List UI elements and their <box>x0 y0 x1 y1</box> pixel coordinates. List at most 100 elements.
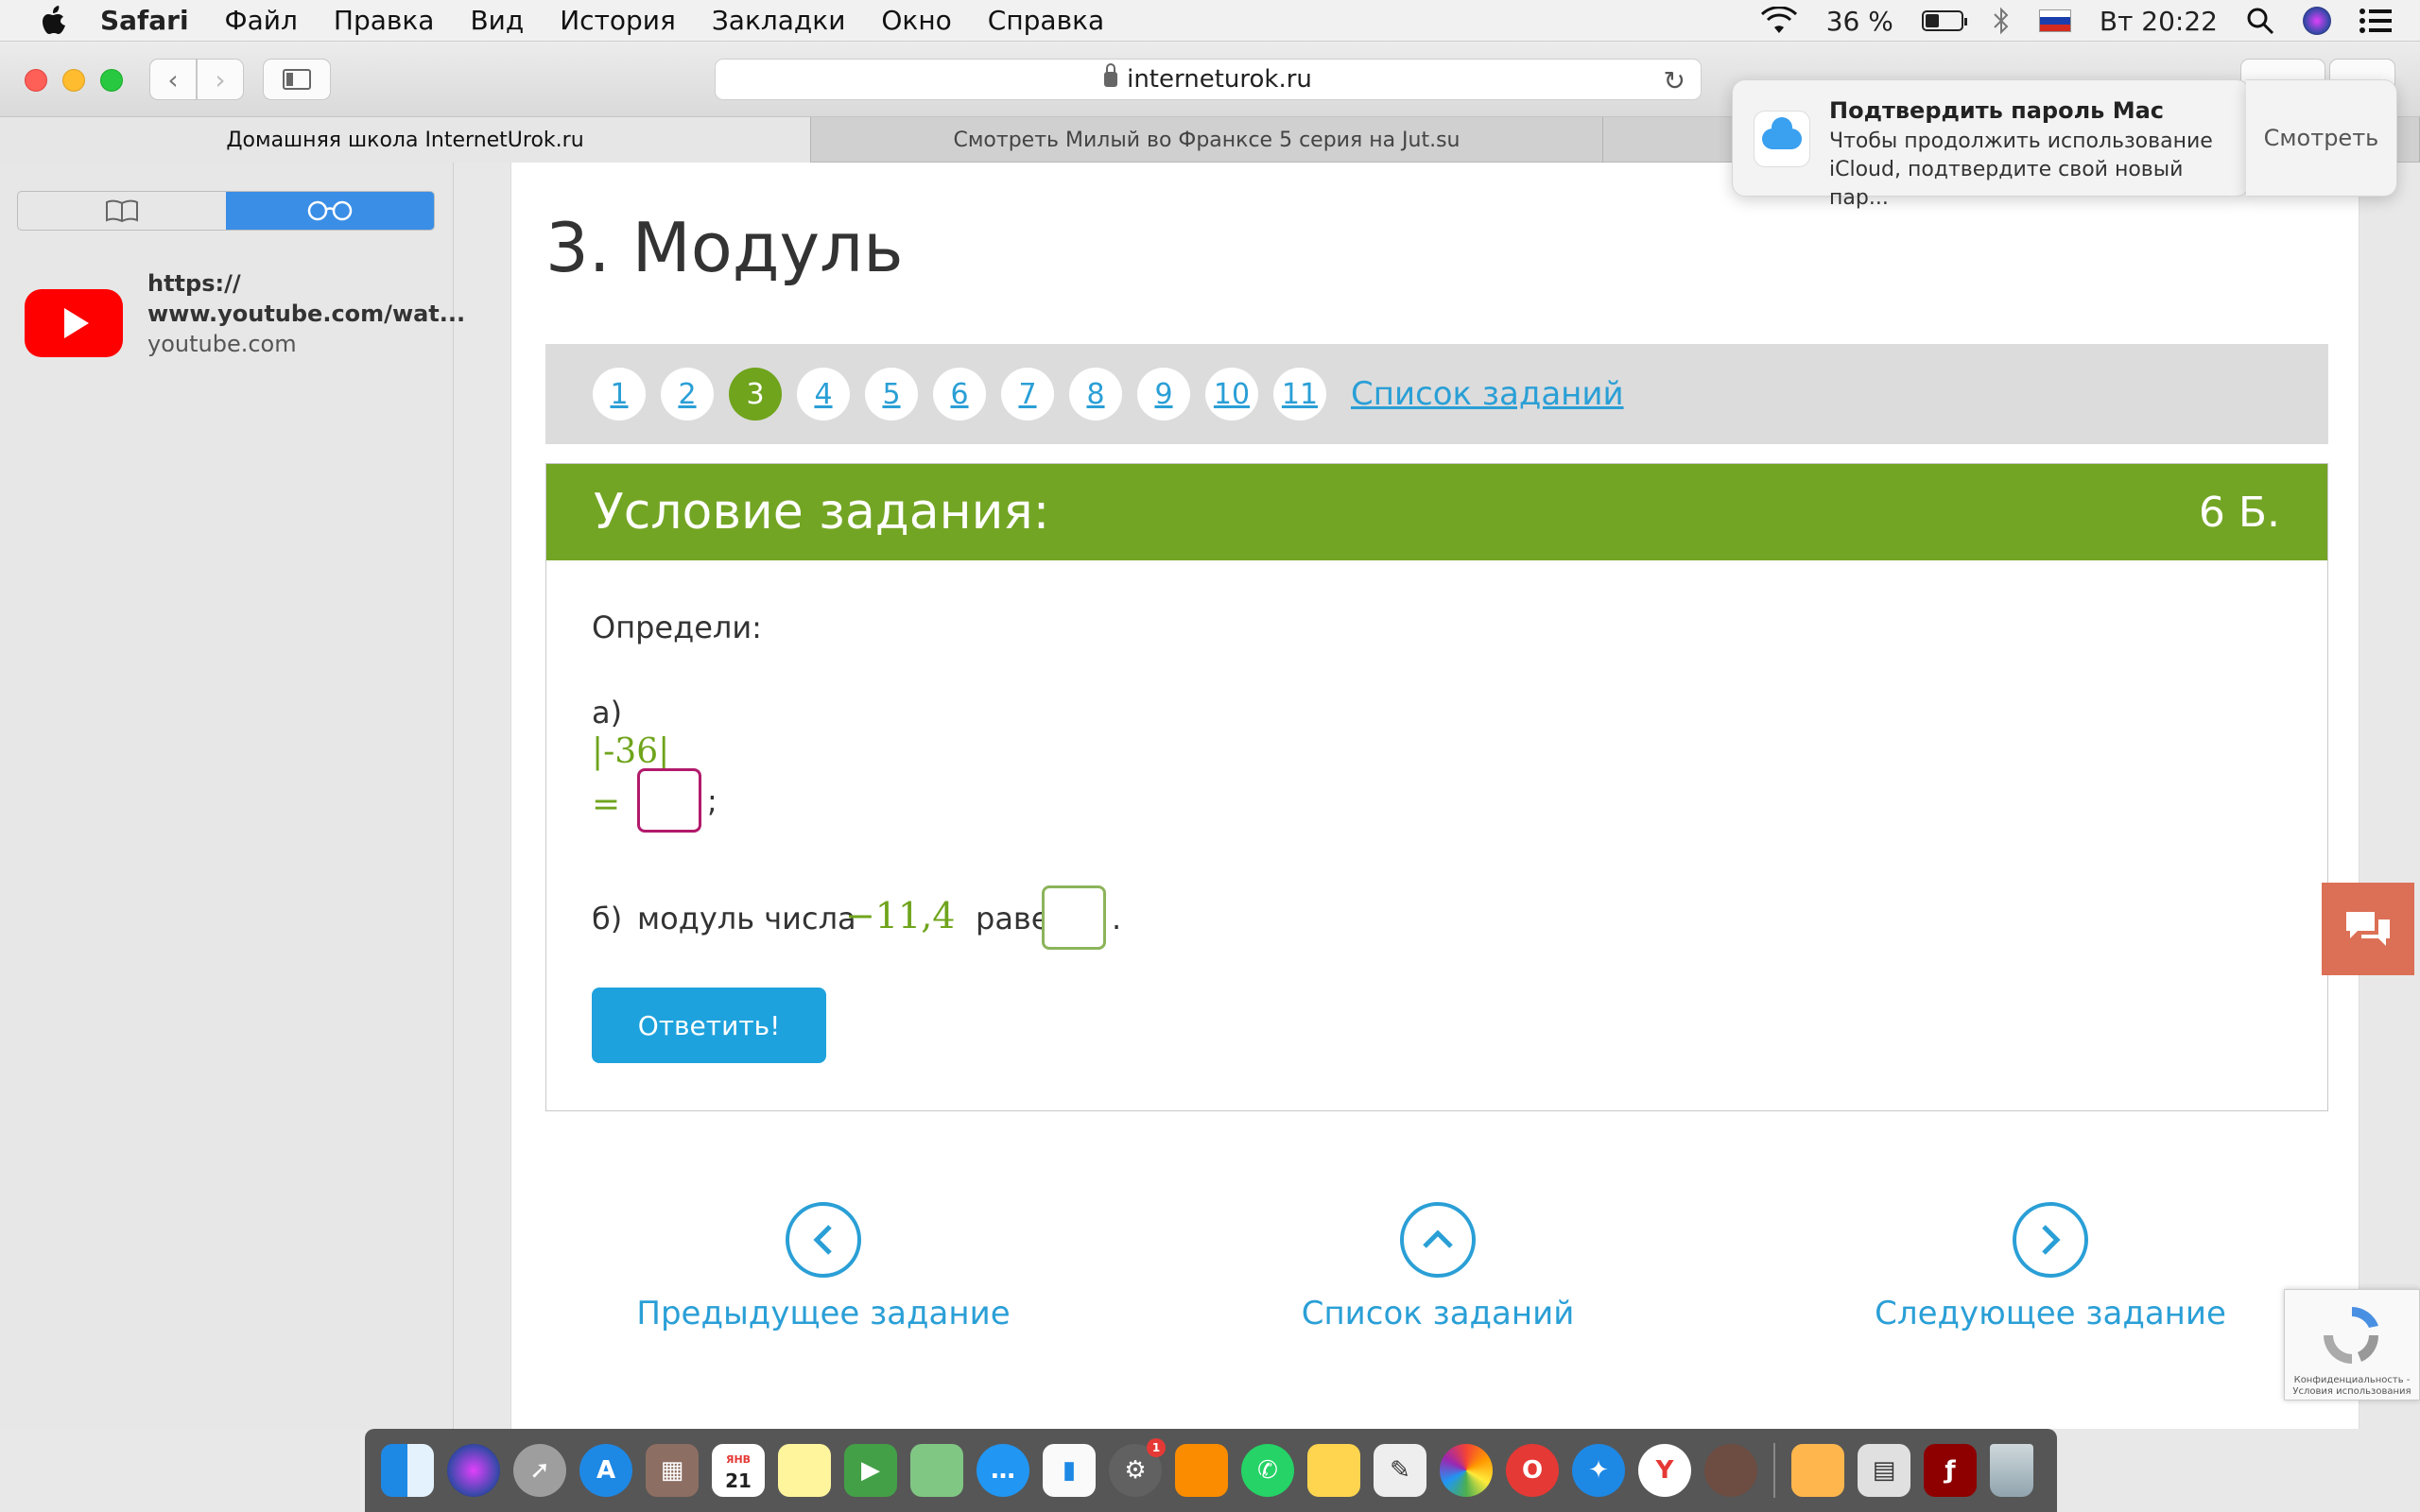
bluetooth-icon[interactable] <box>1992 7 2011 35</box>
youtube-logo-icon[interactable] <box>25 289 123 357</box>
apple-icon[interactable] <box>36 2 74 40</box>
chat-widget-button[interactable] <box>2322 883 2414 975</box>
menu-edit[interactable]: Правка <box>334 5 435 36</box>
spotlight-search-icon[interactable] <box>2246 7 2274 35</box>
chat-bubbles-icon <box>2346 912 2390 946</box>
task-pagination: 1 2 3 4 5 6 7 8 9 10 11 Список заданий <box>545 344 2328 444</box>
task-list-link[interactable]: Список заданий <box>1351 375 1624 413</box>
back-button[interactable]: ‹ <box>149 59 197 100</box>
next-task-link[interactable]: Следующее задание <box>1861 1202 2239 1332</box>
task-number-link[interactable]: 11 <box>1273 368 1326 421</box>
document-icon[interactable]: ▤ <box>1858 1444 1910 1497</box>
finder-icon[interactable] <box>381 1444 434 1497</box>
recaptcha-icon <box>2324 1307 2379 1364</box>
part-b-answer-input[interactable] <box>1042 885 1106 950</box>
battery-percent: 36 % <box>1825 5 1893 37</box>
reading-list-item-url[interactable]: https:// www.youtube.com/wat... <box>147 268 465 329</box>
notification-title: Подтвердить пароль Mac <box>1829 97 2165 124</box>
tab-jutsu[interactable]: Смотреть Милый во Франксе 5 серия на Jut… <box>811 117 1603 163</box>
task-number-link[interactable]: 5 <box>865 368 918 421</box>
whatsapp-icon[interactable]: ✆ <box>1241 1444 1294 1497</box>
wifi-icon[interactable] <box>1760 7 1798 35</box>
recaptcha-badge[interactable]: Конфиденциальность - Условия использован… <box>2284 1289 2420 1400</box>
safari-icon[interactable]: ✦ <box>1572 1444 1625 1497</box>
maps-icon[interactable] <box>910 1444 963 1497</box>
address-bar[interactable]: interneturok.ru ↻ <box>715 59 1702 100</box>
tab-interneturok[interactable]: Домашняя школа InternetUrok.ru <box>0 117 811 163</box>
previous-task-link[interactable]: Предыдущее задание <box>634 1202 1012 1332</box>
notification-center-icon[interactable] <box>2360 8 2392 34</box>
notification-view-button[interactable]: Смотреть <box>2246 79 2397 197</box>
part-b-number: −11,4 <box>845 895 956 936</box>
facetime-icon[interactable]: ▶ <box>844 1444 897 1497</box>
icloud-notification[interactable]: Подтвердить пароль Mac Чтобы продолжить … <box>1732 79 2250 210</box>
part-a-answer-input[interactable] <box>637 768 701 833</box>
task-number-current[interactable]: 3 <box>729 368 782 421</box>
menu-history[interactable]: История <box>560 5 676 36</box>
siri-dock-icon[interactable] <box>447 1444 500 1497</box>
books-icon[interactable] <box>1175 1444 1228 1497</box>
app-menu-safari[interactable]: Safari <box>100 5 189 36</box>
opera-icon[interactable]: O <box>1506 1444 1559 1497</box>
forward-button[interactable]: › <box>197 59 244 100</box>
chevron-right-icon: › <box>215 63 226 95</box>
semicolon: ; <box>707 783 717 819</box>
photos-icon[interactable] <box>1440 1444 1493 1497</box>
messages-icon[interactable]: … <box>977 1444 1029 1497</box>
menu-help[interactable]: Справка <box>988 5 1104 36</box>
menu-view[interactable]: Вид <box>470 5 524 36</box>
yandex-browser-icon[interactable]: Y <box>1638 1444 1691 1497</box>
launchpad-icon[interactable]: ➚ <box>513 1444 566 1497</box>
tab-label: Смотреть Милый во Франксе 5 серия на Jut… <box>953 128 1461 152</box>
task-number-link[interactable]: 6 <box>933 368 986 421</box>
chevron-up-circle-icon <box>1400 1202 1476 1278</box>
menu-bookmarks[interactable]: Закладки <box>712 5 846 36</box>
menubar-clock[interactable]: Вт 20:22 <box>2100 6 2218 37</box>
sidebar-toggle-button[interactable] <box>263 59 331 100</box>
menu-window[interactable]: Окно <box>881 5 951 36</box>
flash-player-icon[interactable]: ƒ <box>1924 1444 1977 1497</box>
bookmarks-tab-button[interactable] <box>18 192 226 230</box>
task-number-link[interactable]: 1 <box>593 368 646 421</box>
numbers-icon[interactable]: ▮ <box>1043 1444 1096 1497</box>
script-editor-icon[interactable]: ✎ <box>1374 1444 1426 1497</box>
reading-list-tab-button[interactable] <box>226 192 434 230</box>
recaptcha-footer[interactable]: Конфиденциальность - Условия использован… <box>2285 1375 2419 1398</box>
trash-icon[interactable] <box>1990 1444 2033 1497</box>
sidebar-segmented-control <box>17 191 435 231</box>
close-window-button[interactable] <box>25 69 47 92</box>
system-preferences-icon[interactable]: ⚙ 1 <box>1109 1438 1166 1497</box>
zoom-window-button[interactable] <box>100 69 123 92</box>
calendar-icon[interactable]: ЯНВ 21 <box>712 1444 765 1497</box>
part-b-text: модуль числа <box>637 901 856 936</box>
task-number-link[interactable]: 8 <box>1069 368 1122 421</box>
task-number-link[interactable]: 2 <box>661 368 714 421</box>
task-points: 6 Б. <box>2198 488 2280 537</box>
task-header-title: Условие задания: <box>594 484 1050 541</box>
archive-utility-icon[interactable] <box>1791 1444 1844 1497</box>
preview-icon[interactable] <box>1307 1444 1360 1497</box>
icloud-icon <box>1754 111 1810 167</box>
glasses-icon <box>307 200 353 221</box>
notes-icon[interactable] <box>778 1444 831 1497</box>
tor-browser-icon[interactable] <box>1704 1444 1757 1497</box>
input-source-flag-icon[interactable] <box>2038 9 2071 32</box>
submit-answer-button[interactable]: Ответить! <box>592 988 826 1063</box>
reload-icon[interactable]: ↻ <box>1664 65 1685 96</box>
part-b-label: б) <box>592 901 623 936</box>
part-a-label: а) <box>592 695 623 730</box>
task-prompt: Определи: <box>592 610 762 645</box>
task-number-link[interactable]: 4 <box>797 368 850 421</box>
battery-icon[interactable] <box>1921 10 1967 31</box>
task-list-nav-link[interactable]: Список заданий <box>1249 1202 1627 1332</box>
siri-icon[interactable] <box>2303 7 2331 35</box>
menu-bar: Safari Файл Правка Вид История Закладки … <box>0 0 2420 42</box>
task-number-link[interactable]: 7 <box>1001 368 1054 421</box>
menu-file[interactable]: Файл <box>225 5 298 36</box>
task-number-link[interactable]: 10 <box>1205 368 1258 421</box>
calculator-icon[interactable]: ▦ <box>646 1444 699 1497</box>
app-store-icon[interactable]: A <box>579 1444 632 1497</box>
notification-badge: 1 <box>1147 1438 1166 1457</box>
minimize-window-button[interactable] <box>62 69 85 92</box>
task-number-link[interactable]: 9 <box>1137 368 1190 421</box>
